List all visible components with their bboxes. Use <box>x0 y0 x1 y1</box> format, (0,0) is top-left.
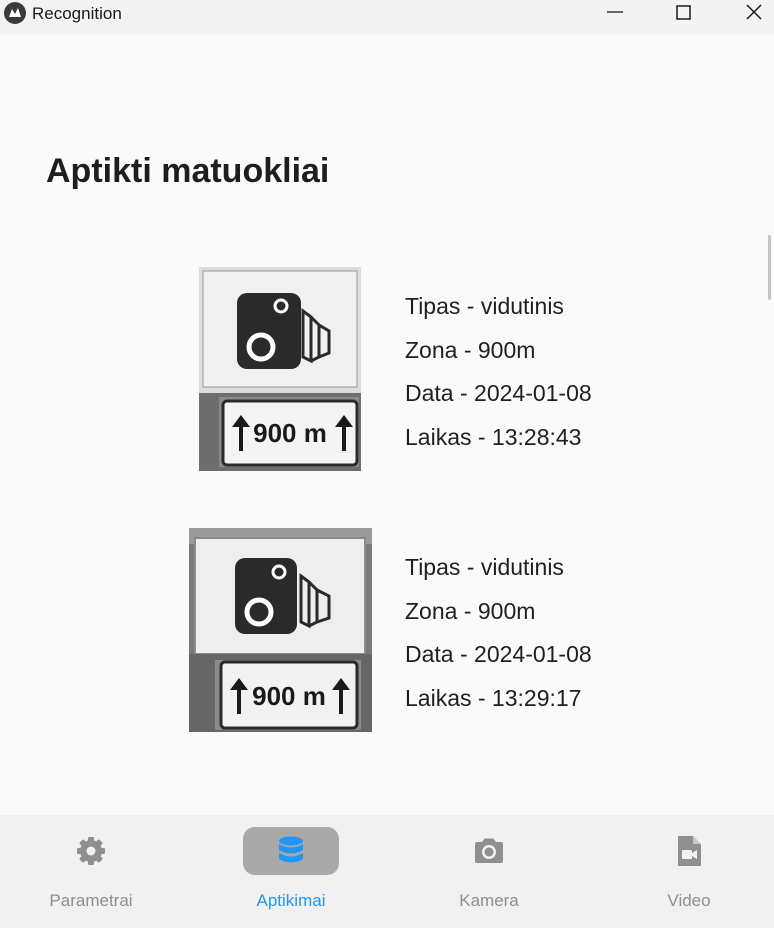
detection-time: Laikas - 13:28:43 <box>405 424 582 451</box>
nav-label: Aptikimai <box>256 891 326 910</box>
minimize-icon <box>607 11 623 13</box>
speed-camera-sign-image: 900 m <box>189 528 372 732</box>
detection-time: Laikas - 13:29:17 <box>405 685 582 712</box>
sign-distance-label: 900 m <box>253 418 327 448</box>
detection-info: Tipas - vidutinis Zona - 900m Data - 202… <box>405 550 592 725</box>
nav-label: Parametrai <box>49 891 133 910</box>
detection-date: Data - 2024-01-08 <box>405 641 592 668</box>
sign-distance-label: 900 m <box>252 681 326 711</box>
window-titlebar: Recognition <box>0 0 774 35</box>
detection-card: 900 m Tipas - vidutinis Zona - 900m Data… <box>0 528 774 738</box>
close-button[interactable] <box>731 0 774 28</box>
camera-icon <box>475 838 503 863</box>
video-file-icon <box>678 836 701 866</box>
close-icon <box>746 4 762 20</box>
gear-icon <box>77 837 105 865</box>
nav-label: Kamera <box>459 891 519 910</box>
database-icon <box>279 836 303 863</box>
nav-item-kamera[interactable]: Kamera <box>394 815 584 928</box>
detection-zone: Zona - 900m <box>405 597 536 624</box>
page-title: Aptikti matuokliai <box>46 152 330 190</box>
speed-camera-sign-image: 900 m <box>199 267 361 471</box>
detection-zone: Zona - 900m <box>405 336 536 363</box>
nav-item-video[interactable]: Video <box>594 815 774 928</box>
detection-type: Tipas - vidutinis <box>405 293 564 319</box>
window-title: Recognition <box>32 4 122 23</box>
app-logo-icon <box>4 2 26 24</box>
detection-date: Data - 2024-01-08 <box>405 380 592 407</box>
maximize-button[interactable] <box>661 0 707 28</box>
minimize-button[interactable] <box>592 0 638 28</box>
nav-label: Video <box>667 891 711 910</box>
bottom-navigation: Parametrai Aptikimai Kamera Video <box>0 815 774 928</box>
nav-item-aptikimai[interactable]: Aptikimai <box>196 815 386 928</box>
detection-info: Tipas - vidutinis Zona - 900m Data - 202… <box>405 289 592 464</box>
maximize-icon <box>676 5 691 20</box>
detections-screen: Aptikti matuokliai 900 m Tipas - vidutin… <box>0 35 774 815</box>
detection-card: 900 m Tipas - vidutinis Zona - 900m Data… <box>0 267 774 477</box>
nav-item-parametrai[interactable]: Parametrai <box>0 815 186 928</box>
detection-type: Tipas - vidutinis <box>405 554 564 580</box>
